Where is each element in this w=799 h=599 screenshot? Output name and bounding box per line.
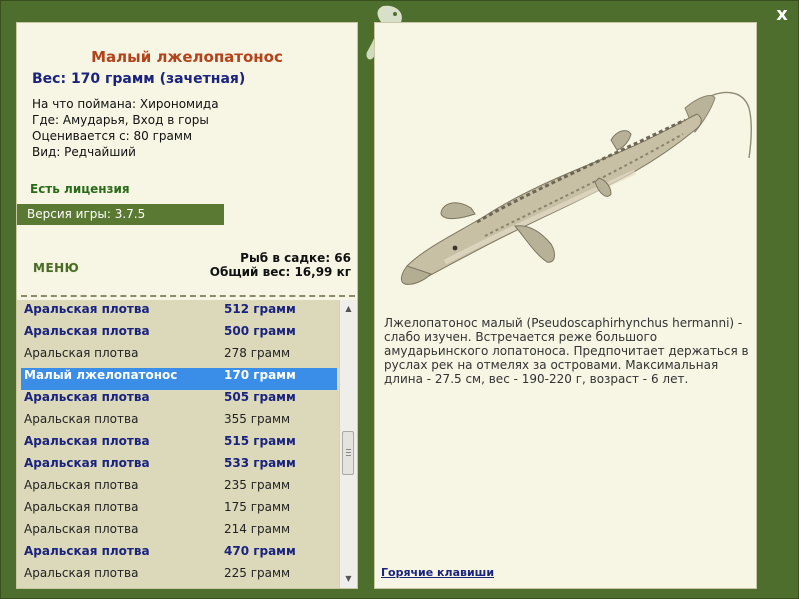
catch-fish-name: Аральская плотва bbox=[24, 346, 139, 360]
catch-fish-weight: 170 грамм bbox=[224, 368, 296, 382]
catch-fish-weight: 512 грамм bbox=[224, 302, 296, 316]
catch-fish-name: Аральская плотва bbox=[24, 324, 150, 338]
catch-list[interactable]: Аральская плотва 512 грамм Аральская плотв… bbox=[17, 300, 339, 588]
catch-fish-name: Аральская плотва bbox=[24, 434, 150, 448]
close-button[interactable]: x bbox=[771, 4, 793, 26]
catch-fish-name: Малый лжелопатонос bbox=[24, 368, 178, 382]
fish-detail-panel: Лжелопатонос малый (Pseudoscaphirhynchus… bbox=[374, 22, 757, 589]
catch-list-item[interactable]: Малый лжелопатонос 170 грамм bbox=[21, 368, 337, 390]
catch-fish-name: Аральская плотва bbox=[24, 390, 150, 404]
catch-list-item[interactable]: Аральская плотва 470 грамм bbox=[21, 544, 337, 566]
list-scrollbar[interactable]: ▲ ▼ bbox=[339, 300, 357, 588]
license-status: Есть лицензия bbox=[30, 182, 130, 196]
scroll-up-arrow-icon[interactable]: ▲ bbox=[340, 302, 357, 316]
catch-fish-name: Аральская плотва bbox=[24, 302, 150, 316]
catch-fish-name: Аральская плотва bbox=[24, 456, 150, 470]
catch-fish-weight: 175 грамм bbox=[224, 500, 291, 514]
fish-bait: На что поймана: Хирономида bbox=[32, 97, 219, 111]
sturgeon-fish-image bbox=[400, 91, 752, 285]
catch-fish-weight: 278 грамм bbox=[224, 346, 291, 360]
catch-fish-name: Аральская плотва bbox=[24, 566, 139, 580]
catch-list-item[interactable]: Аральская плотва 515 грамм bbox=[21, 434, 337, 456]
catch-list-item[interactable]: Аральская плотва 512 грамм bbox=[21, 302, 337, 324]
catch-fish-name: Аральская плотва bbox=[24, 412, 139, 426]
catch-list-item[interactable]: Аральская плотва 214 грамм bbox=[21, 522, 337, 544]
catch-fish-name: Аральская плотва bbox=[24, 478, 139, 492]
catch-list-item[interactable]: Аральская плотва 500 грамм bbox=[21, 324, 337, 346]
menu-button[interactable]: МЕНЮ bbox=[33, 261, 79, 275]
catch-fish-weight: 235 грамм bbox=[224, 478, 291, 492]
catch-fish-name: Аральская плотва bbox=[24, 544, 150, 558]
game-version: Версия игры: 3.7.5 bbox=[17, 204, 224, 225]
keepnet-stats: Рыб в садке: 66 Общий вес: 16,99 кг bbox=[210, 251, 351, 279]
catch-list-item[interactable]: Аральская плотва 505 грамм bbox=[21, 390, 337, 412]
fish-kind: Вид: Редчайший bbox=[32, 145, 136, 159]
divider bbox=[21, 295, 355, 297]
catch-fish-weight: 214 грамм bbox=[224, 522, 291, 536]
catch-fish-weight: 225 грамм bbox=[224, 566, 291, 580]
catch-info-panel: Малый лжелопатонос Вес: 170 грамм (зачет… bbox=[16, 22, 358, 589]
catch-fish-weight: 355 грамм bbox=[224, 412, 291, 426]
catch-fish-weight: 500 грамм bbox=[224, 324, 296, 338]
fish-weight: Вес: 170 грамм (зачетная) bbox=[32, 71, 246, 87]
catch-list-item[interactable]: Аральская плотва 175 грамм bbox=[21, 500, 337, 522]
scroll-thumb[interactable] bbox=[342, 431, 354, 475]
catch-list-item[interactable]: Аральская плотва 355 грамм bbox=[21, 412, 337, 434]
fish-title: Малый лжелопатонос bbox=[91, 48, 283, 66]
catch-fish-weight: 533 грамм bbox=[224, 456, 296, 470]
catch-list-item[interactable]: Аральская плотва 533 грамм bbox=[21, 456, 337, 478]
catch-fish-name: Аральская плотва bbox=[24, 500, 139, 514]
scroll-down-arrow-icon[interactable]: ▼ bbox=[340, 572, 357, 586]
catch-fish-weight: 470 грамм bbox=[224, 544, 296, 558]
fish-location: Где: Амударья, Вход в горы bbox=[32, 113, 209, 127]
catch-fish-weight: 515 грамм bbox=[224, 434, 296, 448]
fish-description: Лжелопатонос малый (Pseudoscaphirhynchus… bbox=[384, 316, 749, 386]
fish-valuation: Оценивается с: 80 грамм bbox=[32, 129, 192, 143]
total-weight: Общий вес: 16,99 кг bbox=[209, 265, 351, 279]
catch-list-item[interactable]: Аральская плотва 225 грамм bbox=[21, 566, 337, 588]
hotkeys-link[interactable]: Горячие клавиши bbox=[381, 566, 494, 579]
fish-count: Рыб в садке: 66 bbox=[240, 251, 351, 265]
catch-list-item[interactable]: Аральская плотва 278 грамм bbox=[21, 346, 337, 368]
catch-fish-weight: 505 грамм bbox=[224, 390, 296, 404]
catch-fish-name: Аральская плотва bbox=[24, 522, 139, 536]
catch-list-item[interactable]: Аральская плотва 235 грамм bbox=[21, 478, 337, 500]
